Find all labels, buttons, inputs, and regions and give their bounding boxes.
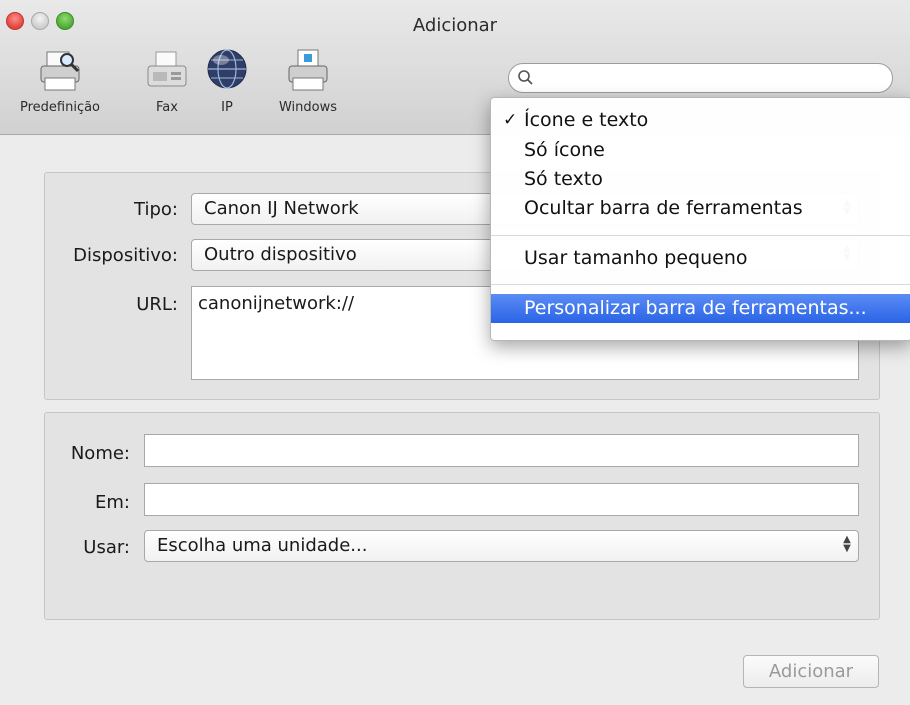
globe-icon (207, 49, 247, 89)
device-value: Outro dispositivo (204, 244, 357, 265)
checkmark-icon: ✓ (503, 110, 518, 130)
toolbar-label: IP (221, 100, 233, 115)
menu-item-small-size[interactable]: Usar tamanho pequeno (491, 244, 910, 273)
url-value: canonijnetwork:// (198, 293, 355, 314)
fax-icon (147, 51, 187, 87)
menu-item-hide-toolbar[interactable]: Ocultar barra de ferramentas (491, 194, 910, 223)
device-label: Dispositivo: (73, 245, 178, 266)
menu-item-icon-only[interactable]: Só ícone (491, 136, 910, 165)
windows-printer-icon (288, 49, 328, 91)
name-field[interactable] (144, 434, 859, 467)
location-field[interactable] (144, 483, 859, 516)
url-label: URL: (136, 294, 178, 315)
popup-arrows-icon: ▲▼ (843, 534, 851, 554)
menu-separator (491, 284, 910, 285)
toolbar-label: Fax (156, 100, 178, 115)
type-value: Canon IJ Network (204, 198, 359, 219)
printer-magnifier-icon (40, 51, 80, 91)
toolbar-context-menu: ✓ Ícone e texto Só ícone Só texto Oculta… (490, 97, 910, 341)
menu-item-label: Personalizar barra de ferramentas... (524, 297, 867, 319)
toolbar-label: Predefinição (19, 100, 101, 115)
window-title: Adicionar (412, 15, 498, 36)
search-icon (518, 70, 533, 85)
toolbar-label: Windows (278, 100, 338, 115)
menu-item-label: Só texto (524, 168, 603, 190)
add-button[interactable]: Adicionar (743, 655, 879, 688)
search-field[interactable] (508, 63, 893, 93)
menu-item-label: Usar tamanho pequeno (524, 247, 748, 269)
menu-item-text-only[interactable]: Só texto (491, 165, 910, 194)
toolbar-item-default[interactable]: Predefinição (6, 48, 114, 115)
name-label: Nome: (70, 443, 130, 464)
menu-item-customize-toolbar[interactable]: Personalizar barra de ferramentas... (491, 294, 910, 323)
use-label: Usar: (83, 537, 130, 558)
menu-separator (491, 235, 910, 236)
menu-item-icon-and-text[interactable]: ✓ Ícone e texto (491, 106, 910, 135)
driver-popup[interactable]: Escolha uma unidade... ▲ ▼ (144, 530, 859, 562)
location-label: Em: (95, 492, 130, 513)
type-label: Tipo: (134, 199, 178, 220)
toolbar-item-windows[interactable]: Windows (266, 48, 350, 115)
add-printer-window: Adicionar Predefinição Fax IP Windows Ti… (0, 0, 910, 705)
use-value: Escolha uma unidade... (157, 535, 368, 556)
menu-item-label: Ocultar barra de ferramentas (524, 197, 803, 219)
menu-item-label: Ícone e texto (524, 109, 649, 131)
menu-item-label: Só ícone (524, 139, 605, 161)
toolbar-item-ip[interactable]: IP (202, 48, 252, 115)
toolbar-item-fax[interactable]: Fax (137, 48, 197, 115)
